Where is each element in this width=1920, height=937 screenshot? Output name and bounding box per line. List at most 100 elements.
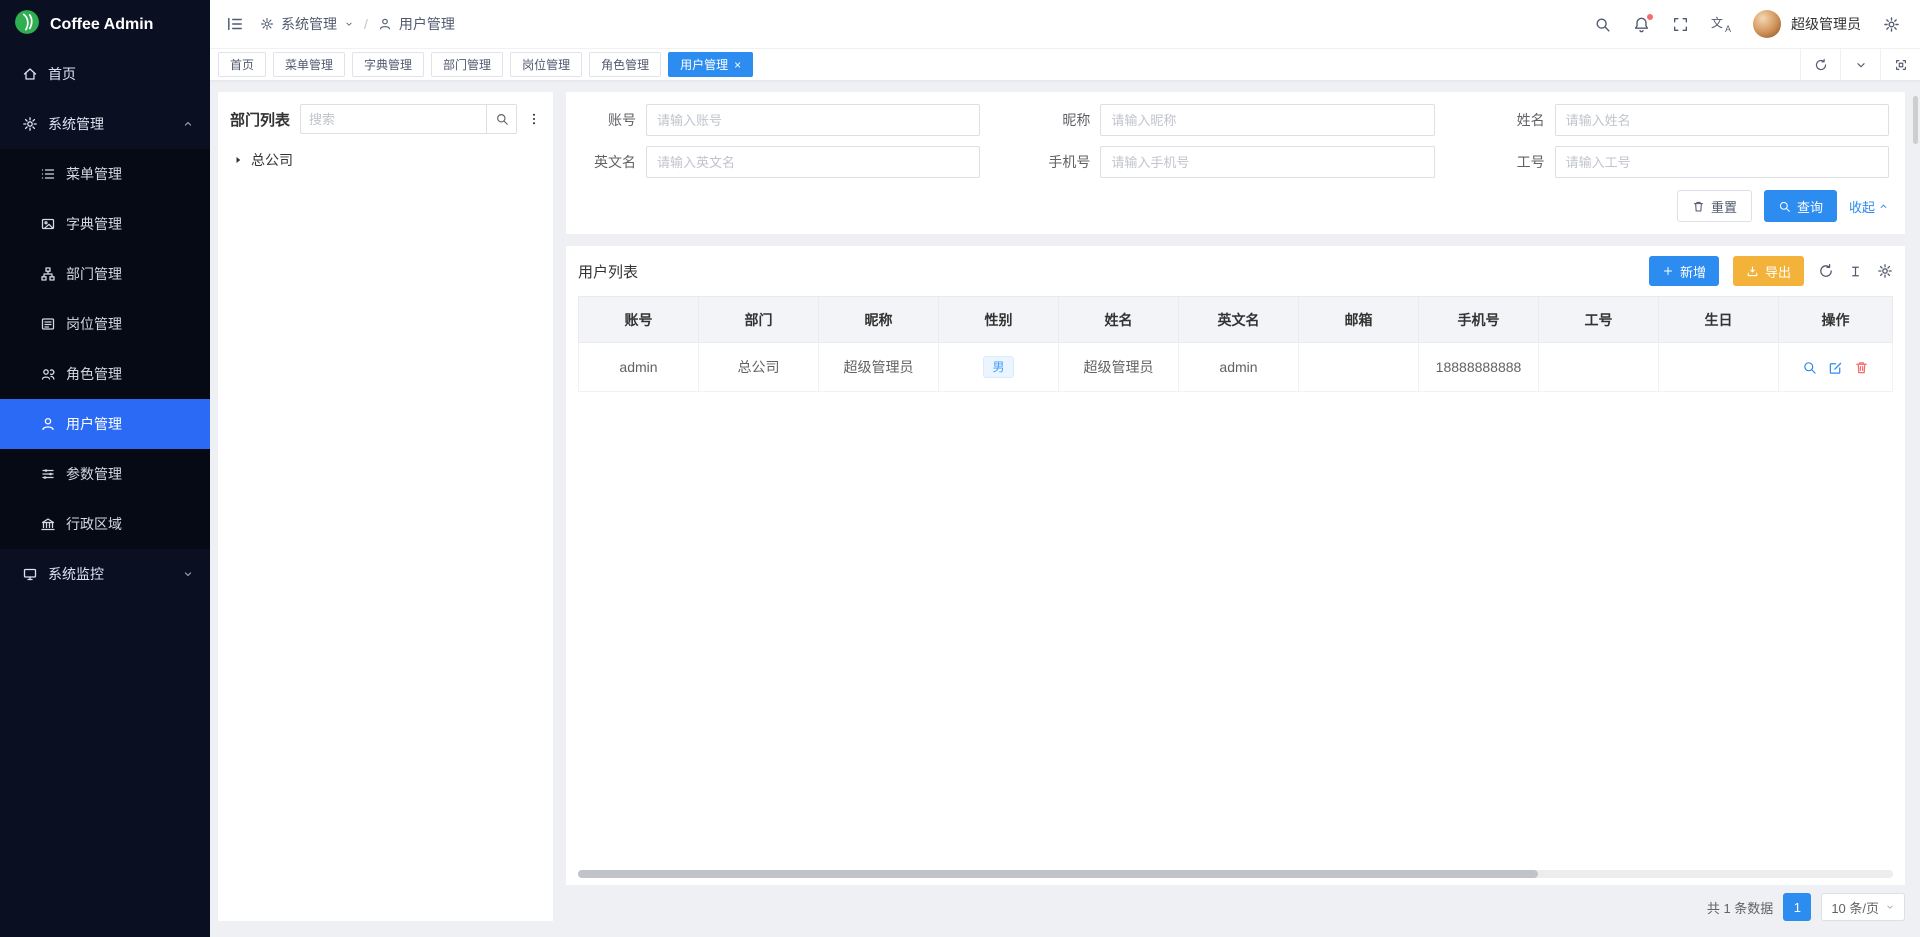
reset-button[interactable]: 重置 xyxy=(1677,190,1752,222)
right-column: 账号 昵称 姓名 英文名 xyxy=(566,92,1905,921)
tab-role-management[interactable]: 角色管理 xyxy=(589,52,661,77)
tab-menu-management[interactable]: 菜单管理 xyxy=(273,52,345,77)
language-switch-icon[interactable]: 文A xyxy=(1711,15,1731,33)
query-button-label: 查询 xyxy=(1797,197,1823,216)
sidebar-item-system-management[interactable]: 系统管理 xyxy=(0,99,210,149)
notification-bell[interactable] xyxy=(1633,16,1650,33)
english-name-input[interactable] xyxy=(646,146,980,178)
page-size-select[interactable]: 10 条/页 xyxy=(1821,893,1905,921)
add-user-button[interactable]: 新增 xyxy=(1649,256,1719,286)
tab-label: 字典管理 xyxy=(364,56,412,73)
phone-input[interactable] xyxy=(1100,146,1434,178)
name-input[interactable] xyxy=(1555,104,1889,136)
sidebar-item-label: 系统管理 xyxy=(48,114,104,134)
sidebar-item-role-management[interactable]: 角色管理 xyxy=(0,349,210,399)
breadcrumb-section[interactable]: 系统管理 xyxy=(281,14,337,34)
pagination-total: 共 1 条数据 xyxy=(1707,898,1773,917)
col-email: 邮箱 xyxy=(1299,297,1419,343)
tab-label: 首页 xyxy=(230,56,254,73)
clear-icon xyxy=(1692,200,1705,213)
account-input[interactable] xyxy=(646,104,980,136)
page-scrollbar-thumb[interactable] xyxy=(1913,96,1918,144)
query-button[interactable]: 查询 xyxy=(1764,190,1837,222)
sidebar-item-home[interactable]: 首页 xyxy=(0,49,210,99)
field-account: 账号 xyxy=(582,104,980,136)
fullscreen-icon[interactable] xyxy=(1672,16,1689,33)
collapse-link-label: 收起 xyxy=(1849,197,1875,216)
export-button[interactable]: 导出 xyxy=(1733,256,1804,286)
tab-actions-dropdown-icon[interactable] xyxy=(1840,49,1880,80)
sliders-icon xyxy=(40,466,56,482)
user-list-card: 用户列表 新增 导出 xyxy=(566,246,1905,885)
col-english-name: 英文名 xyxy=(1179,297,1299,343)
avatar[interactable] xyxy=(1753,10,1781,38)
page-size-label: 10 条/页 xyxy=(1831,898,1879,917)
field-name: 姓名 xyxy=(1491,104,1889,136)
chevron-up-icon xyxy=(182,118,194,130)
sidebar-item-label: 岗位管理 xyxy=(66,314,122,334)
maximize-view-icon[interactable] xyxy=(1880,49,1920,80)
field-label: 手机号 xyxy=(1036,152,1100,172)
column-settings-gear-icon[interactable] xyxy=(1877,263,1893,279)
sidebar-item-dict-management[interactable]: 字典管理 xyxy=(0,199,210,249)
system-management-submenu: 菜单管理 字典管理 部门管理 岗位管理 角色管理 用户管理 xyxy=(0,149,210,549)
work-id-input[interactable] xyxy=(1555,146,1889,178)
field-phone: 手机号 xyxy=(1036,146,1434,178)
tab-tools xyxy=(1800,49,1920,80)
tree-node-root[interactable]: 总公司 xyxy=(230,150,541,170)
user-list-title: 用户列表 xyxy=(578,261,638,282)
col-birthday: 生日 xyxy=(1659,297,1779,343)
refresh-list-icon[interactable] xyxy=(1818,263,1834,279)
chevron-up-icon xyxy=(1878,201,1889,212)
user-table: 账号 部门 昵称 性别 姓名 英文名 邮箱 手机号 工号 生日 操作 xyxy=(578,296,1893,392)
org-tree-icon xyxy=(40,266,56,282)
more-options-icon[interactable] xyxy=(527,111,541,127)
table-header-row: 账号 部门 昵称 性别 姓名 英文名 邮箱 手机号 工号 生日 操作 xyxy=(579,297,1893,343)
search-icon[interactable] xyxy=(1594,16,1611,33)
caret-right-icon[interactable] xyxy=(232,154,244,166)
tab-close-icon[interactable]: × xyxy=(734,59,741,71)
sidebar-item-admin-region[interactable]: 行政区域 xyxy=(0,499,210,549)
nickname-input[interactable] xyxy=(1100,104,1434,136)
search-form-card: 账号 昵称 姓名 英文名 xyxy=(566,92,1905,234)
row-density-icon[interactable] xyxy=(1848,264,1863,279)
pagination-page-1[interactable]: 1 xyxy=(1783,893,1811,921)
topbar-left: 系统管理 / 用户管理 xyxy=(226,14,455,34)
department-search-button[interactable] xyxy=(486,105,516,133)
chevron-down-icon xyxy=(344,19,354,29)
cell-phone: 18888888888 xyxy=(1419,343,1539,392)
refresh-tab-icon[interactable] xyxy=(1800,49,1840,80)
content: 部门列表 总公司 账号 xyxy=(210,80,1920,937)
collapse-sidebar-icon[interactable] xyxy=(226,15,244,33)
col-account: 账号 xyxy=(579,297,699,343)
horizontal-scrollbar-thumb[interactable] xyxy=(578,870,1538,878)
tab-label: 用户管理 xyxy=(680,56,728,73)
sidebar-item-user-management[interactable]: 用户管理 xyxy=(0,399,210,449)
tab-user-management[interactable]: 用户管理 × xyxy=(668,52,753,77)
tab-home[interactable]: 首页 xyxy=(218,52,266,77)
sidebar-item-menu-management[interactable]: 菜单管理 xyxy=(0,149,210,199)
sidebar-item-system-monitor[interactable]: 系统监控 xyxy=(0,549,210,599)
department-search-input[interactable] xyxy=(301,112,486,127)
current-user-name[interactable]: 超级管理员 xyxy=(1791,14,1861,34)
horizontal-scrollbar-track[interactable] xyxy=(578,870,1893,878)
sidebar-item-param-management[interactable]: 参数管理 xyxy=(0,449,210,499)
settings-gear-icon[interactable] xyxy=(1883,16,1900,33)
field-work-id: 工号 xyxy=(1491,146,1889,178)
collapse-form-link[interactable]: 收起 xyxy=(1849,197,1889,216)
cell-nickname: 超级管理员 xyxy=(819,343,939,392)
delete-row-icon[interactable] xyxy=(1854,360,1869,375)
tab-dict-management[interactable]: 字典管理 xyxy=(352,52,424,77)
edit-row-icon[interactable] xyxy=(1828,360,1843,375)
sidebar-item-dept-management[interactable]: 部门管理 xyxy=(0,249,210,299)
sidebar-item-post-management[interactable]: 岗位管理 xyxy=(0,299,210,349)
view-row-icon[interactable] xyxy=(1802,360,1817,375)
tab-dept-management[interactable]: 部门管理 xyxy=(431,52,503,77)
tab-label: 角色管理 xyxy=(601,56,649,73)
app-logo[interactable]: Coffee Admin xyxy=(0,0,210,49)
sidebar-item-label: 菜单管理 xyxy=(66,164,122,184)
cell-account: admin xyxy=(579,343,699,392)
tab-post-management[interactable]: 岗位管理 xyxy=(510,52,582,77)
tab-label: 部门管理 xyxy=(443,56,491,73)
search-form-grid: 账号 昵称 姓名 英文名 xyxy=(582,104,1889,178)
